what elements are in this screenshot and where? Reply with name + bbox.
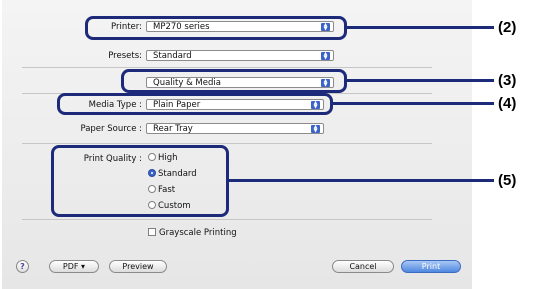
cancel-button[interactable]: Cancel xyxy=(332,260,394,273)
presets-popup[interactable]: Standard ▲ ▼ xyxy=(146,50,334,61)
print-button[interactable]: Print xyxy=(401,260,461,273)
callout-number-5: (5) xyxy=(498,172,517,189)
callout-leader-line xyxy=(332,102,494,105)
popup-arrows-icon: ▲ ▼ xyxy=(311,125,320,134)
callout-leader-line xyxy=(346,79,494,82)
callout-box-printer xyxy=(85,16,347,40)
grayscale-checkbox-row[interactable]: Grayscale Printing xyxy=(148,227,237,239)
presets-value: Standard xyxy=(153,51,192,61)
paper-source-popup[interactable]: Rear Tray ▲ ▼ xyxy=(146,123,324,134)
callout-box-panel-menu xyxy=(121,69,347,93)
callout-number-4: (4) xyxy=(498,95,517,112)
divider xyxy=(22,143,432,144)
divider xyxy=(22,219,432,220)
popup-arrows-icon: ▲ ▼ xyxy=(321,52,330,61)
divider xyxy=(22,67,432,68)
callout-box-media-type xyxy=(57,93,333,115)
callout-number-2: (2) xyxy=(498,19,517,36)
callout-leader-line xyxy=(228,179,494,182)
callout-box-print-quality xyxy=(51,145,229,217)
paper-source-label: Paper Source : xyxy=(80,124,142,134)
grayscale-label: Grayscale Printing xyxy=(159,228,237,238)
paper-source-value: Rear Tray xyxy=(153,124,193,134)
help-button[interactable]: ? xyxy=(16,260,29,273)
pdf-button[interactable]: PDF ▾ xyxy=(49,260,99,273)
preview-button[interactable]: Preview xyxy=(109,260,167,273)
grayscale-checkbox[interactable] xyxy=(148,227,156,236)
callout-leader-line xyxy=(346,26,494,29)
callout-number-3: (3) xyxy=(498,72,517,89)
presets-label: Presets: xyxy=(108,51,142,61)
